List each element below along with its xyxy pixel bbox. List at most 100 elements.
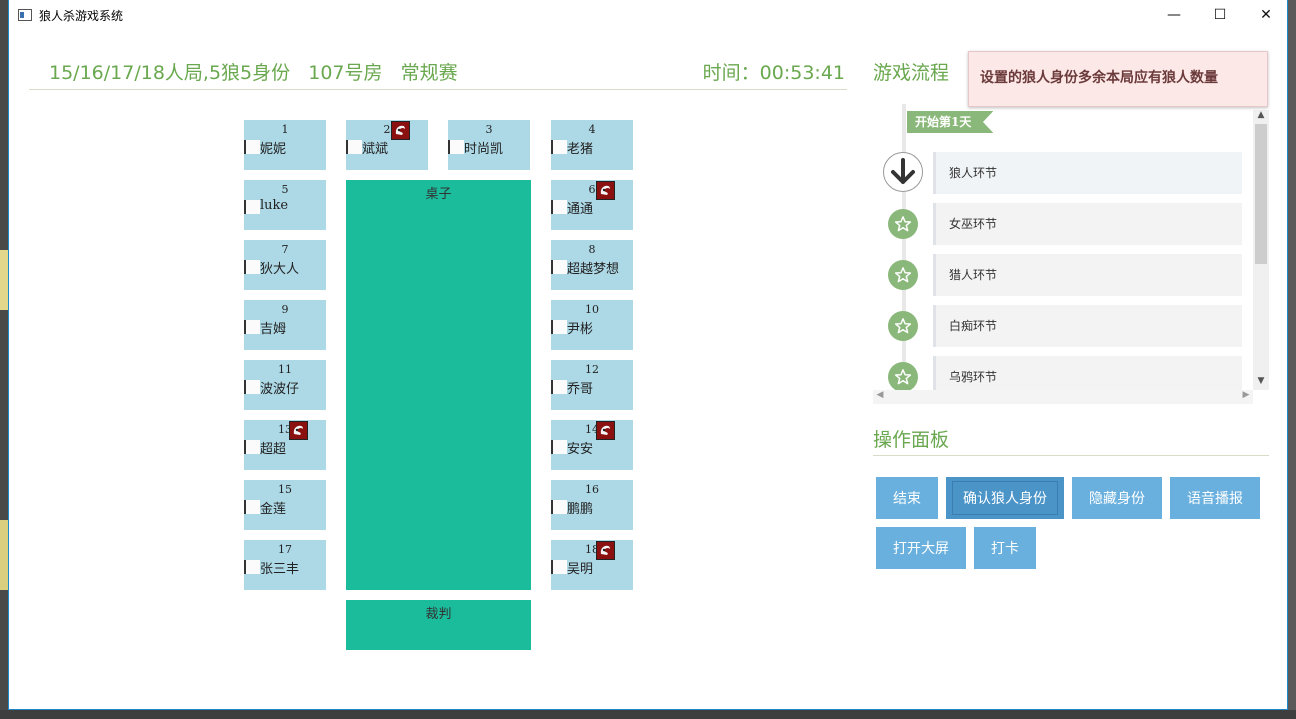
player-name: 金莲 [260,502,287,517]
confirm-wolf-button[interactable]: 确认狼人身份 [946,477,1064,519]
horizontal-scrollbar[interactable]: ◀ ▶ [873,390,1253,404]
seat-number: 16 [585,483,599,496]
error-toast: 设置的狼人身份多余本局应有狼人数量 [968,51,1268,107]
player-name: luke [260,198,289,213]
avatar [551,380,567,394]
player-name: 时尚凯 [464,142,504,157]
end-button[interactable]: 结束 [876,477,938,519]
player-name: 张三丰 [260,562,300,577]
panel-divider [873,455,1269,456]
avatar [346,140,362,154]
panel-title: 操作面板 [873,429,950,451]
seat-number: 11 [278,363,292,376]
player-seat[interactable]: 4 老猪 [551,120,633,170]
player-name: 妮妮 [260,142,287,157]
seat-number: 5 [281,183,289,196]
seat-number: 17 [278,543,292,556]
hide-identity-button[interactable]: 隐藏身份 [1072,477,1162,519]
game-info: 15/16/17/18人局,5狼5身份 107号房 常规赛 [49,62,458,84]
player-name: 吴明 [567,562,594,577]
seat-number: 9 [281,303,289,316]
player-seat[interactable]: 11 波波仔 [244,360,326,410]
day-tag: 开始第1天 [907,111,994,133]
player-name: 斌斌 [362,142,389,157]
player-seat[interactable]: 1 妮妮 [244,120,326,170]
wolf-icon [391,121,410,140]
scroll-down-icon[interactable]: ▼ [1253,376,1269,390]
seat-number: 2 [383,123,391,136]
avatar [244,560,260,574]
player-name: 狄大人 [260,262,300,277]
game-flow-list[interactable]: 开始第1天 狼人环节 女巫环节 猎人环节 白痴环节 乌鸦环节 ▲ ▼ ◀ ▶ [873,104,1269,404]
wolf-icon [596,541,615,560]
flow-item[interactable]: 猎人环节 [933,254,1242,296]
judge-seat[interactable]: 裁判 [346,600,531,650]
player-seat[interactable]: 14 安安 [551,420,633,470]
avatar [551,200,567,214]
player-seat[interactable]: 2 斌斌 [346,120,428,170]
table: 桌子 [346,180,531,590]
flow-item[interactable]: 狼人环节 [933,152,1242,194]
player-seat[interactable]: 3 时尚凯 [448,120,530,170]
player-seat[interactable]: 17 张三丰 [244,540,326,590]
avatar [244,320,260,334]
avatar [551,440,567,454]
player-seat[interactable]: 8 超越梦想 [551,240,633,290]
desktop-background-left [0,0,8,719]
player-name: 超超 [260,442,287,457]
avatar [244,140,260,154]
seat-number: 13 [278,423,292,436]
seat-number: 3 [485,123,493,136]
avatar [551,500,567,514]
player-seat[interactable]: 13 超超 [244,420,326,470]
star-icon [888,260,918,290]
app-window: 狼人杀游戏系统 — ☐ ✕ 15/16/17/18人局,5狼5身份 107号房 … [8,0,1288,710]
seat-number: 12 [585,363,599,376]
player-seat[interactable]: 6 通通 [551,180,633,230]
player-name: 鹏鹏 [567,502,594,517]
open-big-screen-button[interactable]: 打开大屏 [876,527,966,569]
player-seat[interactable]: 18 吴明 [551,540,633,590]
player-name: 安安 [567,442,594,457]
desktop-decor [0,520,8,590]
vertical-scrollbar[interactable]: ▲ ▼ [1253,110,1269,390]
player-seat[interactable]: 15 金莲 [244,480,326,530]
title-bar[interactable]: 狼人杀游戏系统 — ☐ ✕ [9,0,1287,30]
seat-number: 15 [278,483,292,496]
flow-item[interactable]: 白痴环节 [933,305,1242,347]
game-timer: 时间：00:53:41 [702,62,845,84]
player-seat[interactable]: 12 乔哥 [551,360,633,410]
table-label: 桌子 [425,187,452,202]
scrollbar-thumb[interactable] [1255,124,1267,264]
player-seat[interactable]: 5 luke [244,180,326,230]
desktop-background-bottom [0,710,1296,719]
scroll-left-icon[interactable]: ◀ [873,390,887,404]
avatar [551,560,567,574]
player-name: 超越梦想 [567,262,620,277]
seat-number: 14 [585,423,599,436]
avatar [551,260,567,274]
player-seat[interactable]: 10 尹彬 [551,300,633,350]
app-icon [18,9,32,21]
player-seat[interactable]: 9 吉姆 [244,300,326,350]
flow-item[interactable]: 女巫环节 [933,203,1242,245]
avatar [551,140,567,154]
seat-number: 1 [281,123,289,136]
voice-broadcast-button[interactable]: 语音播报 [1170,477,1260,519]
player-seat[interactable]: 7 狄大人 [244,240,326,290]
flow-title: 游戏流程 [873,62,950,84]
scroll-right-icon[interactable]: ▶ [1239,390,1253,404]
timeline-line [902,104,906,390]
check-in-button[interactable]: 打卡 [974,527,1036,569]
player-seat[interactable]: 16 鹏鹏 [551,480,633,530]
arrow-down-icon [883,152,923,192]
avatar [244,200,260,214]
minimize-button[interactable]: — [1151,0,1197,30]
confirm-wolf-label: 确认狼人身份 [952,481,1058,515]
avatar [244,500,260,514]
seat-number: 6 [588,183,596,196]
seat-number: 18 [585,543,599,556]
maximize-button[interactable]: ☐ [1197,0,1243,30]
scroll-up-icon[interactable]: ▲ [1253,110,1269,124]
close-button[interactable]: ✕ [1243,0,1289,30]
